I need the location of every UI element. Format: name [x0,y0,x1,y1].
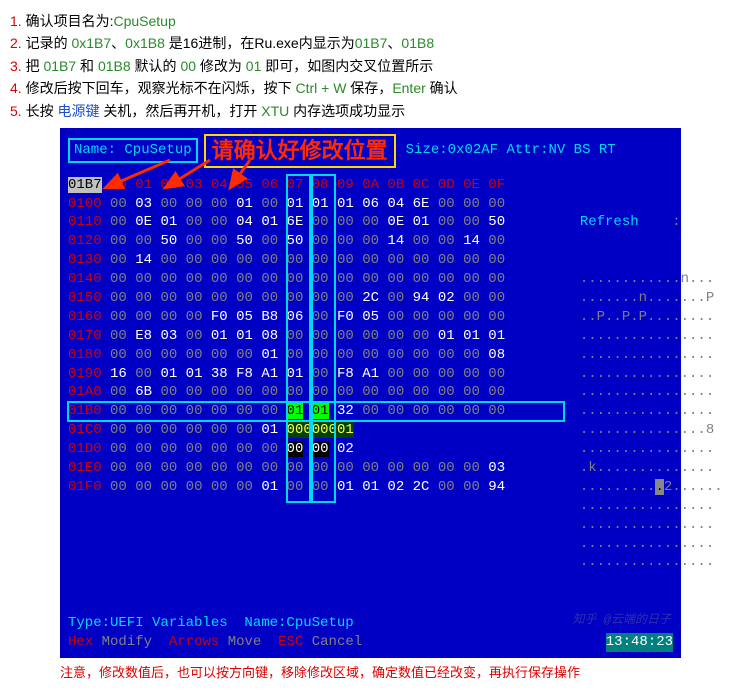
warning-box: 请确认好修改位置 [204,134,396,168]
terminal-window: Name: CpuSetup 请确认好修改位置 Size:0x02AF Attr… [60,128,681,658]
instruction-list: 1. 确认项目名为:CpuSetup2. 记录的 0x1B7、0x1B8 是16… [10,10,721,122]
hex-grid[interactable]: 01B7 00 01 02 03 04 05 06 07 08 09 0A 0B… [68,176,564,610]
name-box: Name: CpuSetup [68,138,198,163]
ascii-column: ............n..........n.......P..P..P.P… [580,270,723,572]
refresh-value: ON [689,214,706,230]
size-attr: Size:0x02AF Attr:NV BS RT [406,141,616,160]
sidebar: Refresh : ON ............n..........n...… [574,176,723,610]
footer-keys: Hex Modify Arrows Move ESC Cancel13:48:2… [68,633,673,652]
clock: 13:48:23 [606,633,673,652]
footnote: 注意，修改数值后，也可以按方向键，移除修改区域，确定数值已经改变，再执行保存操作 [60,662,721,681]
refresh-label: Refresh [580,214,639,230]
watermark: 知乎 @云端的日子 [573,612,671,628]
